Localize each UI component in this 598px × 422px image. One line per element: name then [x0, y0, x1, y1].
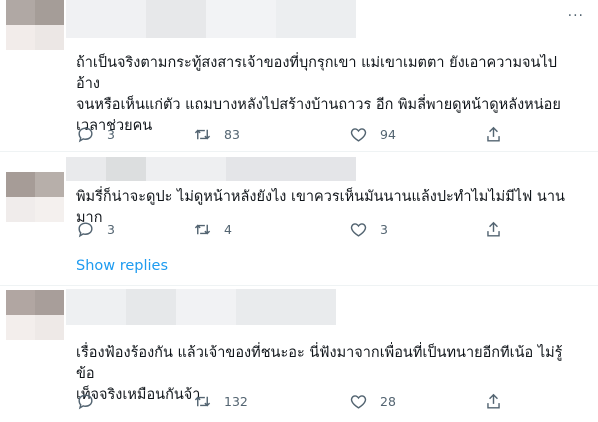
reply-count: 3: [107, 126, 115, 142]
share-button[interactable]: [484, 391, 503, 411]
avatar-pixel: [6, 0, 35, 25]
retweet-button[interactable]: 132: [193, 391, 248, 411]
share-icon: [487, 126, 500, 142]
reply-icon: [78, 393, 93, 409]
avatar-pixel: [6, 25, 35, 50]
avatar-pixel: [35, 290, 64, 315]
action-bar: 3 83 94: [76, 124, 516, 144]
action-bar: 132 28: [76, 391, 516, 411]
avatar-pixel: [35, 172, 64, 197]
like-button[interactable]: 28: [349, 391, 396, 411]
reply-button[interactable]: 3: [76, 124, 115, 144]
reply-icon: [78, 221, 93, 237]
reply-button[interactable]: [76, 391, 107, 411]
retweet-count: 83: [224, 126, 240, 142]
avatar-pixel: [6, 172, 35, 197]
more-options-icon[interactable]: ···: [568, 8, 584, 24]
avatar-pixel: [6, 197, 35, 222]
reply-icon: [78, 126, 93, 142]
avatar-pixel: [6, 315, 35, 340]
share-icon: [487, 393, 500, 409]
retweet-button[interactable]: 83: [193, 124, 240, 144]
retweet-icon: [194, 129, 211, 139]
like-button[interactable]: 94: [349, 124, 396, 144]
heart-icon: [350, 394, 367, 409]
retweet-count: 4: [224, 221, 232, 237]
like-count: 3: [380, 221, 388, 237]
share-button[interactable]: [484, 124, 503, 144]
reply-tweet-2[interactable]: พิมรี่ก็น่าจะดูปะ ไม่ดูหน้าหลังยังไง เขา…: [0, 155, 598, 250]
heart-icon: [350, 127, 367, 142]
heart-icon: [350, 222, 367, 237]
reply-tweet-1[interactable]: ··· ถ้าเป็นจริงตามกระทู้สงสารเจ้าของที่บ…: [0, 0, 598, 150]
username-redacted[interactable]: [66, 0, 356, 38]
like-count: 28: [380, 393, 396, 409]
username-redacted[interactable]: [66, 289, 336, 325]
divider: [0, 151, 598, 152]
avatar[interactable]: [6, 172, 64, 222]
action-bar: 3 4 3: [76, 219, 516, 239]
share-button[interactable]: [484, 219, 503, 239]
retweet-button[interactable]: 4: [193, 219, 232, 239]
like-button[interactable]: 3: [349, 219, 388, 239]
avatar-pixel: [35, 0, 64, 25]
avatar[interactable]: [6, 290, 64, 340]
show-replies-link[interactable]: Show replies: [76, 258, 168, 274]
avatar-pixel: [6, 290, 35, 315]
divider: [0, 285, 598, 286]
reply-count: 3: [107, 221, 115, 237]
reply-button[interactable]: 3: [76, 219, 115, 239]
avatar-pixel: [35, 25, 64, 50]
username-redacted[interactable]: [66, 157, 356, 181]
retweet-count: 132: [224, 393, 248, 409]
retweet-icon: [194, 224, 211, 234]
retweet-icon: [194, 396, 211, 406]
avatar-pixel: [35, 315, 64, 340]
like-count: 94: [380, 126, 396, 142]
share-icon: [487, 221, 500, 237]
avatar-pixel: [35, 197, 64, 222]
avatar[interactable]: [6, 0, 64, 50]
reply-tweet-3[interactable]: เรื่องฟ้องร้องกัน แล้วเจ้าของที่ชนะอะ นี…: [0, 287, 598, 422]
